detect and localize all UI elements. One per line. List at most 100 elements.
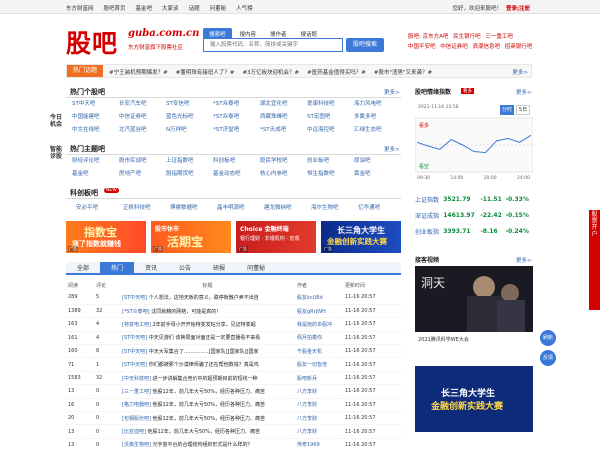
post-bar-tag[interactable]: [特变电工吧]	[122, 322, 151, 328]
promo-video-thumbnail[interactable]: 长三角大学生 金融创新实践大赛	[415, 366, 533, 432]
theme-bar-link[interactable]: 房地产吧	[119, 168, 166, 181]
stock-bar-link[interactable]: *ST天成吧	[260, 124, 307, 137]
post-bar-tag[interactable]: [沃森生物吧]	[122, 442, 151, 448]
hot-link[interactable]: 中国平安吧	[408, 44, 436, 50]
post-title[interactable]: 沈同就精的网络，可能是真的！	[151, 309, 221, 315]
post-title[interactable]: 中天见游们 该换局面对面还是一定要直播看不来看	[149, 335, 261, 341]
index-name[interactable]: 上证指数	[415, 191, 443, 207]
popular-bars-more[interactable]: 更多>	[384, 88, 400, 96]
post-author[interactable]: 我是她的多假冲	[295, 317, 343, 332]
refresh-button[interactable]: 刷新	[540, 330, 556, 346]
theme-bar-link[interactable]: 基金动态吧	[213, 168, 260, 181]
post-cell[interactable]: [ST中天吧] 你们都被那个沙漠律师骗了还在帮他数钱？真是鸡	[120, 357, 295, 372]
theme-bar-link[interactable]: 原油吧	[354, 155, 401, 168]
stock-bar-link[interactable]: 海力风电吧	[354, 98, 401, 111]
theme-bar-link[interactable]: 科创板吧	[213, 155, 260, 168]
stock-bar-link[interactable]: 多氟多吧	[354, 111, 401, 124]
theme-bar-link[interactable]: 股指期货吧	[166, 168, 213, 181]
post-author[interactable]: 八方李财	[295, 424, 343, 439]
open-account-tab[interactable]: 股票开户	[589, 210, 600, 310]
post-title[interactable]: 个人想法，这地天板的意义，跌停板散户卖不出自	[149, 295, 259, 301]
feed-tab-report[interactable]: 研报	[202, 262, 236, 273]
stock-bar-link[interactable]: ST宏图吧	[307, 111, 354, 124]
star-market-bar-link[interactable]: 安必平吧	[76, 202, 123, 215]
hot-link[interactable]: 招商银行吧	[505, 44, 533, 50]
theme-bar-link[interactable]: 恒生指数吧	[307, 168, 354, 181]
post-bar-tag[interactable]: [中天科技吧]	[122, 376, 151, 382]
feed-tab-hot[interactable]: 热门	[100, 262, 135, 273]
side-tab-today-chance[interactable]: 今日机会	[48, 114, 64, 128]
hot-link[interactable]: 中信证券吧	[440, 44, 468, 50]
post-cell[interactable]: [*ST众泰吧] 沈同就精的网络，可能是真的！	[120, 304, 295, 319]
post-author[interactable]: 股友gRrjWH	[295, 304, 343, 319]
feed-tab-notice[interactable]: 公告	[168, 262, 202, 273]
stock-bar-link[interactable]: 蓝色光标吧	[166, 111, 213, 124]
stock-bar-link[interactable]: ST中天吧	[72, 98, 119, 111]
post-cell[interactable]: [特变电工吧] 2年前手母小开开始特变发帖分享，见证特变崛	[120, 317, 295, 332]
table-row[interactable]: 289 5 [ST中天吧] 个人想法，这地天板的意义，跌停板散户卖不出自 股友kcU8…	[66, 291, 401, 305]
post-bar-tag[interactable]: [ST中天吧]	[122, 335, 147, 341]
hot-link[interactable]: 三一重工吧	[485, 34, 513, 40]
top-link-topic[interactable]: 话题	[189, 4, 200, 12]
post-bar-tag[interactable]: [ST中天吧]	[122, 362, 147, 368]
top-link-ask[interactable]: 问董秘	[210, 4, 227, 12]
banner-student-contest[interactable]: 长三角大学生 金融创新实践大赛 广告	[321, 221, 401, 253]
post-title[interactable]: 他股12年，前几年大亏50%，经历各种压力、痛苦	[153, 402, 265, 408]
topic-link[interactable]: #医药基金值得买吗？#	[307, 68, 366, 76]
post-cell[interactable]: [ST中天吧] 中天大军集合了……………[国家队][国家队][国家	[120, 344, 295, 359]
post-author[interactable]: 传奇1969	[295, 438, 343, 450]
star-market-bar-link[interactable]: 博睿数据吧	[170, 202, 217, 215]
table-row[interactable]: 160 8 [ST中天吧] 中天大军集合了……………[国家队][国家队][国家 千股金…	[66, 344, 401, 359]
post-title[interactable]: 他股12年，前几年大亏50%，经历各种压力、痛苦	[153, 389, 265, 395]
post-title[interactable]: 中天大军集合了……………[国家队][国家队][国家	[149, 349, 259, 355]
index-row[interactable]: 创业板指 3393.71 -8.16 -0.24%	[415, 223, 533, 239]
theme-bar-link[interactable]: 股市实战吧	[119, 155, 166, 168]
theme-bar-link[interactable]: 核心内参吧	[260, 168, 307, 181]
star-market-bar-link[interactable]: 晶丰明源吧	[217, 202, 264, 215]
post-title[interactable]: 2年前手母小开开始特变发帖分享，见证特变崛	[153, 322, 256, 328]
theme-bars-more[interactable]: 更多>	[384, 145, 400, 153]
post-cell[interactable]: [沃森生物吧] 元宇宙平台的合理结构组织形式是什么样的？	[120, 438, 295, 450]
stock-bar-link[interactable]: 汇绿生态吧	[354, 124, 401, 137]
topics-more-link[interactable]: 更多>	[512, 68, 528, 76]
theme-bar-link[interactable]: 创业板吧	[307, 155, 354, 168]
post-cell[interactable]: [ST中天吧] 中天见游们 该换局面对面还是一定要直播看不来看	[120, 331, 295, 346]
post-author[interactable]: 股友一切皆倍	[295, 357, 343, 372]
topic-link[interactable]: #股市"渣男"又来袭？#	[374, 68, 432, 76]
feed-tab-ask[interactable]: 问董秘	[236, 262, 276, 273]
stock-bar-link[interactable]: 西藏珠峰吧	[260, 111, 307, 124]
theme-bar-link[interactable]: 基金吧	[72, 168, 119, 181]
post-cell[interactable]: [中天科技吧] 进一步讲解集合竞价中的超预期目前的短线一种	[120, 371, 295, 386]
table-row[interactable]: 71 1 [ST中天吧] 你们都被那个沙漠律师骗了还在帮他数钱？真是鸡 股友一切皆倍 1…	[66, 357, 401, 372]
post-bar-tag[interactable]: [格力电器吧]	[122, 402, 151, 408]
post-bar-tag[interactable]: [包钢股份吧]	[122, 416, 151, 422]
top-link-fund[interactable]: 基金吧	[136, 4, 153, 12]
table-row[interactable]: 16 0 [格力电器吧] 他股12年，前几年大亏50%，经历各种压力、痛苦 八方李财 1…	[66, 398, 401, 413]
index-name[interactable]: 深证成指	[415, 207, 443, 223]
table-row[interactable]: 13 0 [比亚迪吧] 他股12年，前几年大亏50%，经历各种压力、痛苦 八方李财 11…	[66, 424, 401, 439]
stock-bar-link[interactable]: N万祥吧	[166, 124, 213, 137]
search-button[interactable]: 股吧搜索	[346, 38, 384, 52]
feed-tab-all[interactable]: 全部	[66, 262, 100, 273]
video-subtitle[interactable]: 2021腾讯科学WE大会	[418, 336, 469, 343]
topic-link[interactable]: #董明珠有接班人了？#	[176, 68, 235, 76]
post-bar-tag[interactable]: [三一重工吧]	[122, 389, 151, 395]
table-row[interactable]: 163 4 [特变电工吧] 2年前手母小开开始特变发帖分享，见证特变崛 我是她的多假冲…	[66, 317, 401, 332]
star-market-bar-link[interactable]: 建龙微纳吧	[264, 202, 311, 215]
star-market-bar-link[interactable]: 亿华通吧	[358, 202, 405, 215]
stock-bar-link[interactable]: 长安汽车吧	[119, 98, 166, 111]
post-cell[interactable]: [ST中天吧] 个人想法，这地天板的意义，跌停板散户卖不出自	[120, 291, 295, 305]
stock-bar-link[interactable]: ST安信吧	[166, 98, 213, 111]
video-more[interactable]: 更多>	[516, 256, 532, 264]
hot-link[interactable]: 浪潮信息吧	[473, 44, 501, 50]
post-author[interactable]: 股吧新兵	[295, 371, 343, 386]
table-row[interactable]: 13 0 [三一重工吧] 他股12年，前几年大亏50%，经历各种压力、痛苦 八方李财 1…	[66, 384, 401, 399]
post-title[interactable]: 你们都被那个沙漠律师骗了还在帮他数钱？真是鸡	[149, 362, 259, 368]
feedback-button[interactable]: 反馈	[540, 350, 556, 366]
post-author[interactable]: 八方李财	[295, 384, 343, 399]
post-title[interactable]: 他股12年，前几年大亏50%，经历各种压力、痛苦	[148, 429, 260, 435]
theme-bar-link[interactable]: 上证指数吧	[166, 155, 213, 168]
table-row[interactable]: 1583 32 [中天科技吧] 进一步讲解集合竞价中的超预期目前的短线一种 股吧新兵 1…	[66, 371, 401, 386]
theme-bar-link[interactable]: 财经评论吧	[72, 155, 119, 168]
post-cell[interactable]: [比亚迪吧] 他股12年，前几年大亏50%，经历各种压力、痛苦	[120, 424, 295, 439]
